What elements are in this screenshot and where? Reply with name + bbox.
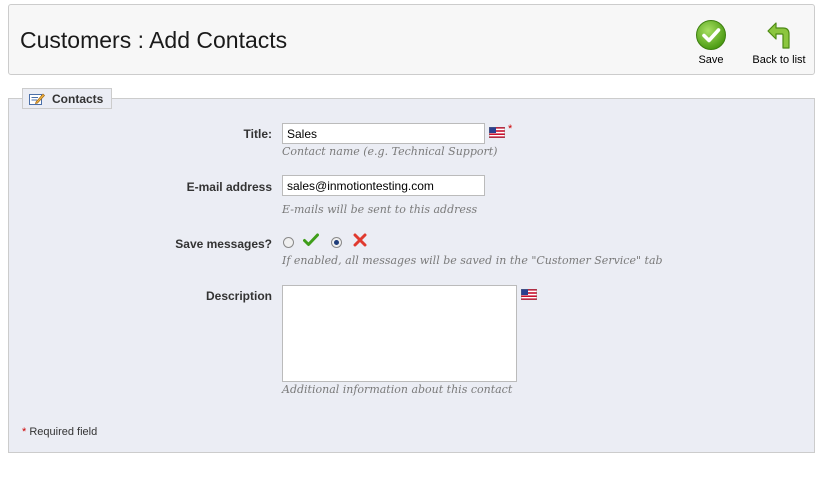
email-label: E-mail address	[186, 180, 272, 194]
description-label: Description	[205, 289, 272, 303]
title-label: Title:	[243, 127, 272, 141]
fieldset-legend: Contacts	[22, 88, 113, 109]
save-button[interactable]: Save	[691, 19, 731, 66]
return-arrow-icon	[767, 22, 790, 49]
edit-note-icon	[29, 92, 45, 105]
save-messages-hint: If enabled, all messages will be saved i…	[282, 254, 663, 267]
title-input[interactable]	[282, 123, 485, 144]
description-textarea[interactable]	[282, 285, 517, 382]
required-mark: *	[508, 123, 513, 135]
email-hint: E-mails will be sent to this address	[282, 203, 478, 216]
email-input[interactable]	[282, 175, 485, 196]
save-label: Save	[698, 54, 724, 66]
legend-label: Contacts	[52, 91, 104, 106]
required-field-note: * Required field	[22, 426, 97, 438]
title-hint: Contact name (e.g. Technical Support)	[282, 145, 498, 158]
back-to-list-button[interactable]: Back to list	[747, 19, 811, 66]
page-title: Customers : Add Contacts	[20, 27, 288, 53]
us-flag-icon[interactable]	[521, 289, 537, 300]
description-hint: Additional information about this contac…	[282, 383, 513, 396]
save-messages-yes-radio[interactable]	[283, 237, 294, 248]
red-x-icon[interactable]	[353, 233, 367, 247]
required-note-text: Required field	[26, 426, 98, 438]
save-messages-label: Save messages?	[175, 237, 272, 251]
save-messages-no-radio[interactable]	[331, 237, 342, 248]
checkmark-circle-icon	[696, 20, 726, 50]
page-toolbar: Customers : Add Contacts Save Back to li…	[8, 4, 815, 75]
green-check-icon[interactable]	[303, 233, 319, 247]
back-label: Back to list	[752, 54, 806, 66]
us-flag-icon[interactable]	[489, 127, 505, 138]
